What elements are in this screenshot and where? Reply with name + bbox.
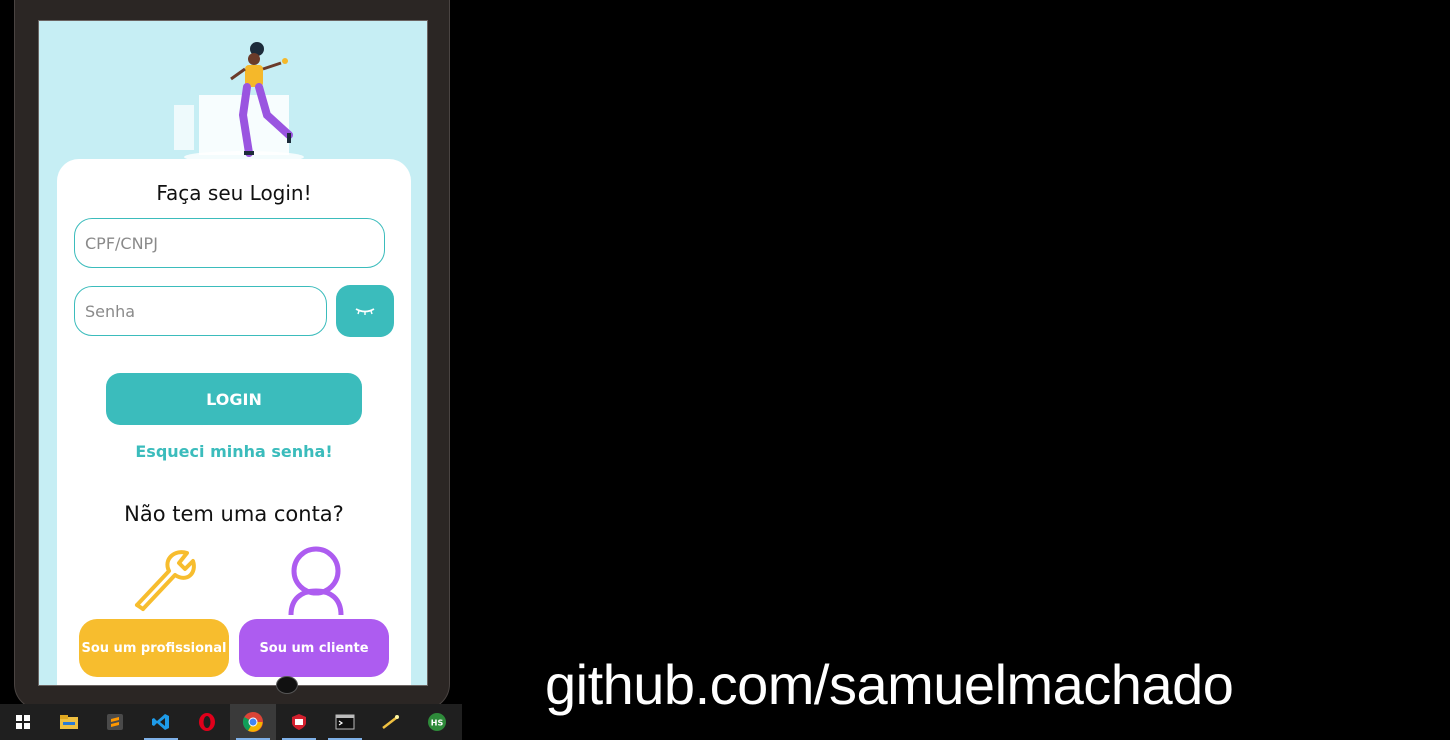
vscode-icon — [152, 714, 169, 730]
file-explorer-icon — [60, 715, 78, 729]
wrench-icon — [135, 550, 196, 611]
svg-text:HS: HS — [431, 719, 444, 728]
login-card: Faça seu Login! LOGIN Esqueci minha senh… — [57, 159, 411, 685]
login-button[interactable]: LOGIN — [106, 373, 362, 425]
taskbar-terminal[interactable] — [322, 704, 368, 740]
windows-start-icon — [16, 715, 30, 729]
hs-app-icon: HS — [428, 713, 446, 731]
chrome-icon — [242, 712, 263, 732]
client-signup-button[interactable]: Sou um cliente — [239, 619, 389, 677]
windows-taskbar: HS — [0, 704, 462, 740]
taskbar-sublime-text[interactable] — [92, 704, 138, 740]
taskbar-hs-app[interactable]: HS — [414, 704, 460, 740]
professional-signup-button[interactable]: Sou um profissional — [79, 619, 229, 677]
person-icon — [288, 546, 344, 615]
taskbar-vscode[interactable] — [138, 704, 184, 740]
taskbar-security-app[interactable] — [276, 704, 322, 740]
taskbar-opera[interactable] — [184, 704, 230, 740]
opera-icon — [199, 713, 215, 731]
forgot-password-link[interactable]: Esqueci minha senha! — [57, 442, 411, 461]
app-wand-icon — [382, 715, 399, 729]
terminal-icon — [335, 714, 355, 730]
password-input[interactable] — [74, 286, 327, 336]
github-watermark: github.com/samuelmachado — [545, 653, 1234, 716]
login-title: Faça seu Login! — [156, 181, 312, 205]
eye-closed-icon — [355, 308, 375, 315]
taskbar-wand-app[interactable] — [368, 704, 414, 740]
toggle-password-visibility-button[interactable] — [336, 285, 394, 337]
sublime-text-icon — [107, 714, 123, 730]
signup-heading: Não tem uma conta? — [124, 502, 344, 526]
home-button[interactable] — [276, 676, 298, 694]
app-screen: Faça seu Login! LOGIN Esqueci minha senh… — [38, 20, 428, 686]
windows-start-button[interactable] — [0, 704, 46, 740]
cpf-cnpj-input[interactable] — [74, 218, 385, 268]
taskbar-file-explorer[interactable] — [46, 704, 92, 740]
security-app-icon — [292, 714, 306, 730]
taskbar-chrome[interactable] — [230, 704, 276, 740]
